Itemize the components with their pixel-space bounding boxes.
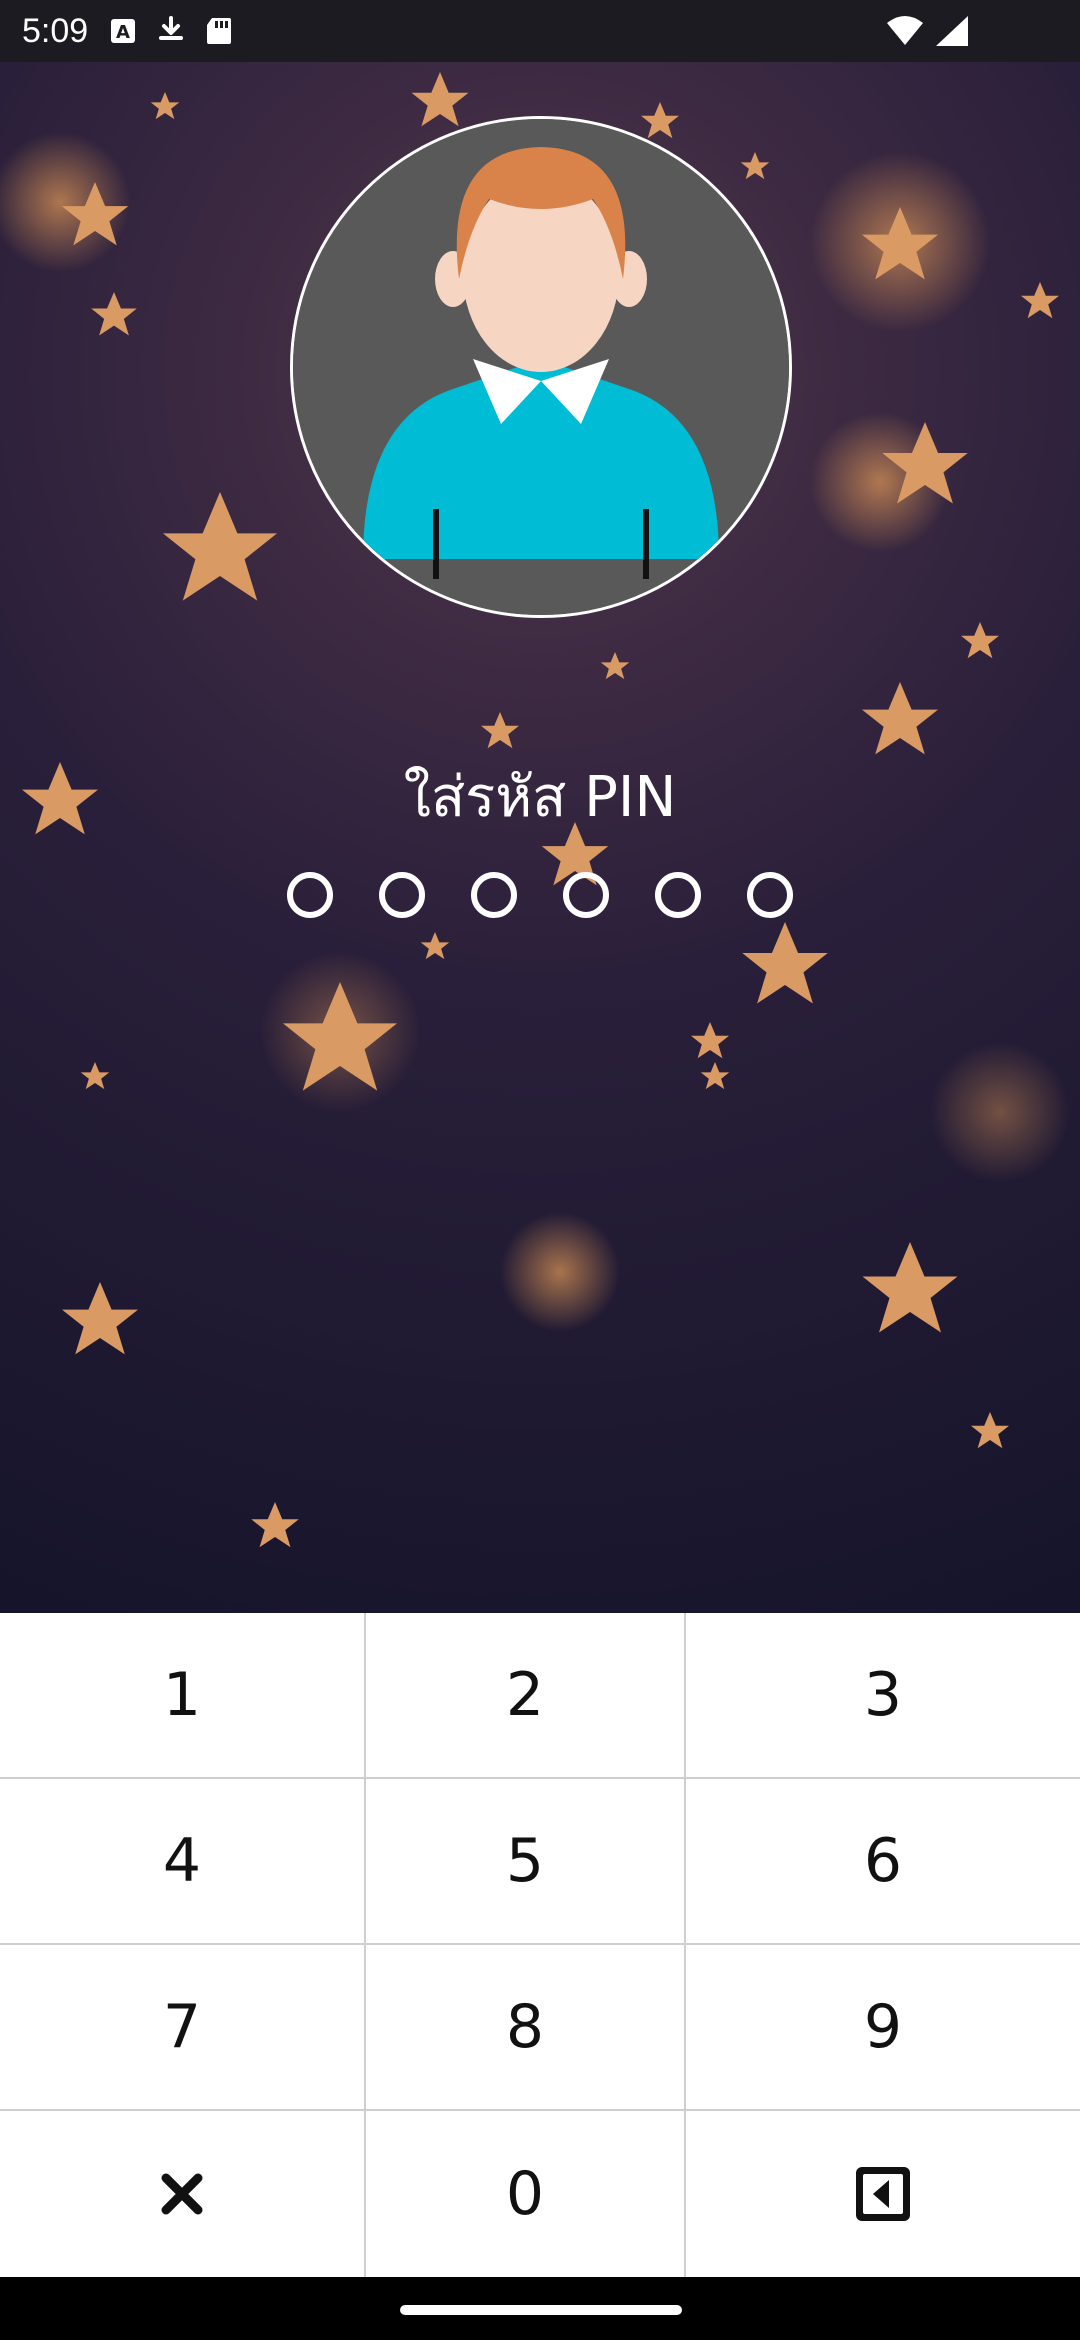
pin-dot [563, 872, 609, 918]
key-1[interactable]: 1 [0, 1613, 366, 1779]
key-7[interactable]: 7 [0, 1945, 366, 2111]
pin-dot [655, 872, 701, 918]
key-0[interactable]: 0 [366, 2111, 686, 2277]
avatar [290, 116, 792, 618]
pin-indicator [0, 872, 1080, 918]
backspace-button[interactable] [686, 2111, 1080, 2277]
key-8[interactable]: 8 [366, 1945, 686, 2111]
pin-dot [747, 872, 793, 918]
key-9[interactable]: 9 [686, 1945, 1080, 2111]
status-bar: 5:09 A [0, 0, 1080, 62]
key-5[interactable]: 5 [366, 1779, 686, 1945]
pin-keypad: 1 2 3 4 5 6 7 8 9 0 [0, 1613, 1080, 2277]
a-icon: A [110, 18, 136, 44]
pin-title: ใส่รหัส PIN [403, 765, 677, 830]
pin-dot [287, 872, 333, 918]
navigation-bar [0, 2277, 1080, 2340]
starry-background: ใส่รหัส PIN [0, 62, 1080, 1613]
avatar-illustration [293, 119, 789, 615]
pin-dot [379, 872, 425, 918]
sd-card-icon [206, 16, 232, 46]
home-gesture-handle[interactable] [400, 2305, 682, 2315]
pin-dot [471, 872, 517, 918]
wifi-icon [886, 15, 924, 47]
close-icon [161, 2173, 203, 2215]
key-6[interactable]: 6 [686, 1779, 1080, 1945]
signal-icon [934, 14, 970, 48]
clear-button[interactable] [0, 2111, 366, 2277]
key-3[interactable]: 3 [686, 1613, 1080, 1779]
key-4[interactable]: 4 [0, 1779, 366, 1945]
status-time: 5:09 [22, 11, 89, 50]
key-2[interactable]: 2 [366, 1613, 686, 1779]
svg-text:A: A [116, 22, 130, 43]
download-icon [158, 16, 184, 46]
backspace-icon [856, 2167, 910, 2221]
